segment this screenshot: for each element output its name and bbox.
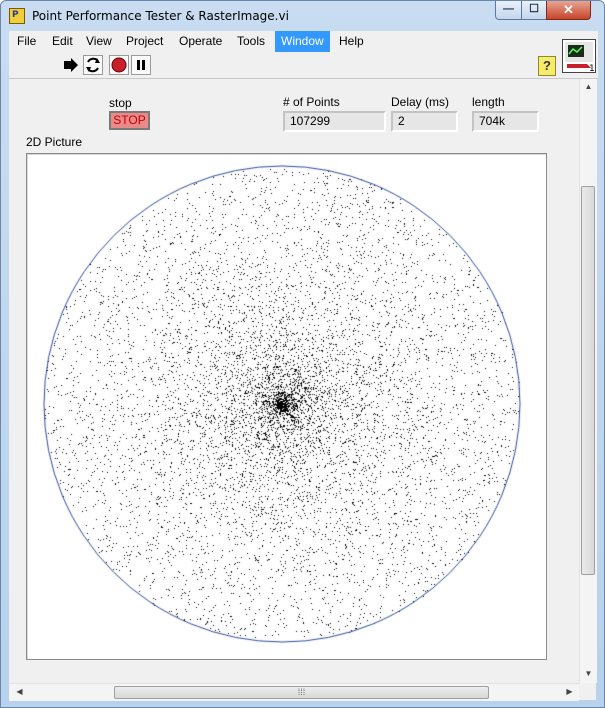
2d-picture[interactable]	[26, 153, 547, 660]
vi-connector-icon: 1	[565, 42, 595, 74]
delay-control[interactable]: 2	[391, 111, 458, 132]
front-panel: stop STOP # of Points 107299 Delay (ms) …	[9, 79, 579, 683]
run-arrow-icon	[64, 58, 78, 72]
scroll-left-arrow-icon[interactable]: ◀	[11, 687, 28, 696]
menu-tools[interactable]: Tools	[231, 31, 271, 52]
abort-icon	[111, 57, 127, 73]
window-title: Point Performance Tester & RasterImage.v…	[32, 9, 289, 23]
scroll-up-arrow-icon[interactable]: ▲	[580, 82, 597, 91]
svg-text:1: 1	[589, 64, 595, 72]
menu-operate[interactable]: Operate	[173, 31, 228, 52]
pause-icon	[137, 60, 145, 70]
stop-label: stop	[109, 96, 132, 110]
length-indicator: 704k	[472, 111, 539, 132]
points-indicator: 107299	[283, 111, 386, 132]
maximize-button[interactable]: ☐	[521, 1, 547, 20]
title-bar[interactable]: P Point Performance Tester & RasterImage…	[1, 1, 604, 31]
points-label: # of Points	[283, 95, 340, 109]
picture-label: 2D Picture	[26, 135, 83, 149]
horizontal-scrollbar[interactable]: ◀ ⁞⁞⁞ ▶	[9, 683, 579, 701]
menu-window[interactable]: Window	[275, 31, 330, 52]
vertical-scroll-thumb[interactable]	[581, 186, 595, 575]
menu-view[interactable]: View	[80, 31, 118, 52]
horizontal-scroll-thumb[interactable]: ⁞⁞⁞	[114, 686, 489, 699]
menu-edit[interactable]: Edit	[46, 31, 79, 52]
menu-bar: File Edit View Project Operate Tools Win…	[9, 31, 598, 53]
vi-window: P Point Performance Tester & RasterImage…	[0, 0, 605, 708]
vertical-scrollbar[interactable]: ▲ ▼	[579, 79, 597, 683]
context-help-button[interactable]: ?	[538, 56, 556, 76]
minimize-button[interactable]: —	[495, 1, 522, 20]
pause-button[interactable]	[131, 55, 151, 75]
scroll-down-arrow-icon[interactable]: ▼	[580, 669, 597, 678]
close-button[interactable]: ✕	[546, 1, 591, 20]
length-label: length	[472, 95, 505, 109]
run-continuously-button[interactable]	[83, 55, 103, 75]
menu-help[interactable]: Help	[333, 31, 370, 52]
delay-label: Delay (ms)	[391, 95, 450, 109]
labview-app-icon: P	[9, 8, 25, 24]
abort-button[interactable]	[109, 55, 129, 75]
menu-project[interactable]: Project	[120, 31, 169, 52]
menu-file[interactable]: File	[11, 31, 42, 52]
run-button[interactable]	[61, 55, 81, 75]
toolbar: ? 1	[9, 39, 598, 79]
resize-grip[interactable]	[579, 683, 596, 700]
vi-icon[interactable]: 1	[562, 39, 596, 74]
scroll-right-arrow-icon[interactable]: ▶	[561, 687, 578, 696]
point-cloud-canvas	[27, 154, 546, 659]
stop-button[interactable]: STOP	[109, 111, 150, 130]
run-continuously-icon	[86, 57, 100, 73]
